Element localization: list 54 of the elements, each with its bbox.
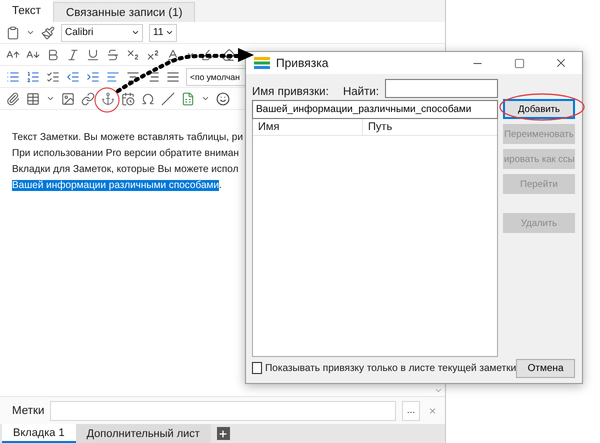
clipboard-icon[interactable] (6, 26, 20, 40)
eraser-icon[interactable] (221, 48, 235, 62)
sheet-tab[interactable]: Вкладка 1 (2, 424, 76, 443)
indent-icon[interactable] (86, 70, 100, 84)
checkbox[interactable] (252, 362, 262, 374)
smiley-icon[interactable] (216, 92, 230, 106)
maximize-icon[interactable] (514, 58, 524, 68)
anchor-name-label: Имя привязки: (252, 86, 329, 98)
browse-button[interactable]: ... (402, 400, 420, 420)
checklist-icon[interactable] (46, 70, 60, 84)
find-field[interactable] (385, 79, 498, 98)
subscript-icon[interactable] (126, 48, 140, 62)
find-label: Найти: (342, 86, 379, 98)
app-logo-icon (254, 57, 270, 69)
cancel-button[interactable]: Отмена (516, 358, 575, 378)
note-text: Вкладки для Заметок, которые Вы можете испол (12, 163, 240, 177)
column-header[interactable]: Путь (363, 119, 497, 135)
note-text: Текст Заметки. Вы можете вставлять таблицы, ри (12, 131, 244, 145)
justify-icon[interactable] (166, 70, 180, 84)
editor-tab[interactable]: Текст (0, 0, 53, 22)
column-header[interactable]: Имя (253, 119, 363, 135)
table-icon[interactable] (26, 92, 40, 106)
brush-icon[interactable] (41, 26, 55, 40)
font-size-select[interactable]: 11 (149, 24, 177, 42)
align-left-icon[interactable] (106, 70, 120, 84)
underline-icon[interactable] (86, 48, 100, 62)
sheet-tab[interactable]: Дополнительный лист (76, 424, 211, 443)
omega-icon[interactable] (141, 92, 155, 106)
checkbox-label: Показывать привязку только в листе текущей заметки (265, 362, 516, 374)
highlight-ellipse (94, 88, 120, 112)
calendar-clock-icon[interactable] (121, 92, 135, 106)
note-text: При использовании Pro версии обратите вниман (12, 147, 240, 161)
tags-field[interactable] (50, 400, 396, 420)
highlighter-icon[interactable] (201, 48, 215, 62)
anchor-name-field[interactable]: Вашей_информации_различными_способами (252, 100, 498, 119)
editor-tab[interactable]: Связанные записи (1) (52, 2, 196, 22)
dialog-button[interactable]: Добавить (503, 99, 575, 119)
font-color-icon[interactable] (166, 48, 180, 62)
link-icon[interactable] (81, 92, 95, 106)
window-title: Привязка (276, 56, 330, 70)
paperclip-icon[interactable] (6, 92, 20, 106)
superscript-icon[interactable] (146, 48, 160, 62)
outdent-icon[interactable] (66, 70, 80, 84)
align-center-icon[interactable] (126, 70, 140, 84)
strikethrough-icon[interactable] (106, 48, 120, 62)
bold-icon[interactable] (46, 48, 60, 62)
anchor-icon[interactable] (101, 92, 115, 106)
document-icon[interactable] (181, 92, 195, 106)
italic-icon[interactable] (66, 48, 80, 62)
tags-label: Метки (12, 404, 44, 416)
numbered-list-icon[interactable] (26, 70, 40, 84)
font-select[interactable]: Calibri (61, 24, 143, 42)
image-icon[interactable] (61, 92, 75, 106)
line-icon[interactable] (161, 92, 175, 106)
